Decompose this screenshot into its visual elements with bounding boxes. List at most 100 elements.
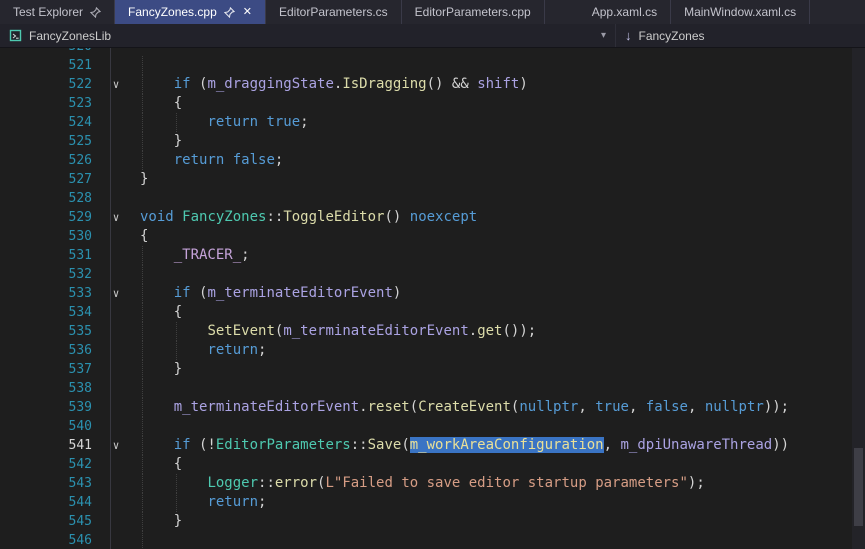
selected-token: m_workAreaConfiguration [410,437,604,453]
code-line: 545 } [0,512,865,531]
code-text[interactable]: _TRACER_; [140,246,865,265]
code-token: IsDragging [342,76,426,92]
code-text[interactable]: return false; [140,151,865,170]
code-text[interactable] [140,56,865,75]
code-text[interactable]: { [140,94,865,113]
indent-guide [142,322,143,341]
code-token: , [629,399,646,415]
code-text[interactable] [140,379,865,398]
indent-guide [142,531,143,549]
code-editor[interactable]: 520521522∨ if (m_draggingState.IsDraggin… [0,48,865,549]
tab-mainwindow-xaml-cs[interactable]: MainWindow.xaml.cs [671,0,810,24]
indent-guide [176,341,177,360]
code-token: , [578,399,595,415]
fold-chevron-icon[interactable]: ∨ [92,284,140,303]
code-text[interactable]: } [140,132,865,151]
fold-chevron-icon[interactable]: ∨ [92,208,140,227]
code-line: 544 return; [0,493,865,512]
code-token [140,342,207,358]
code-text[interactable]: } [140,360,865,379]
indent-guide [142,341,143,360]
code-text[interactable]: Logger::error(L"Failed to save editor st… [140,474,865,493]
code-line: 542 { [0,455,865,474]
code-text[interactable] [140,531,865,549]
code-token: { [140,456,182,472]
code-text[interactable] [140,189,865,208]
code-line: 532 [0,265,865,284]
code-text[interactable] [140,417,865,436]
code-text[interactable]: return; [140,493,865,512]
close-icon[interactable]: ✕ [243,7,252,18]
code-token: ) [519,76,527,92]
tab-test-explorer[interactable]: Test Explorer [0,0,115,24]
line-number: 544 [0,493,92,512]
code-text[interactable] [140,48,865,56]
pin-icon[interactable] [224,7,235,18]
line-number: 539 [0,398,92,417]
fold-gutter [92,531,140,549]
fold-gutter [92,341,140,360]
code-line: 525 } [0,132,865,151]
fold-chevron-icon[interactable]: ∨ [92,436,140,455]
code-token: L"Failed to save editor startup paramete… [325,475,687,491]
fold-gutter [92,227,140,246]
visual-studio-window: Test ExplorerFancyZones.cpp✕EditorParame… [0,0,865,549]
code-line: 541∨ if (!EditorParameters::Save(m_workA… [0,436,865,455]
tab-editorparameters-cs[interactable]: EditorParameters.cs [266,0,402,24]
member-dropdown[interactable]: ↓ FancyZones [616,24,865,47]
code-text[interactable]: if (!EditorParameters::Save(m_workAreaCo… [140,436,865,455]
code-text[interactable]: { [140,455,865,474]
code-token [140,114,207,130]
code-token: } [140,513,182,529]
indent-guide [142,94,143,113]
code-token: } [140,133,182,149]
line-number: 533 [0,284,92,303]
code-token: SetEvent [207,323,274,339]
code-token: reset [368,399,410,415]
project-dropdown[interactable]: FancyZonesLib ▾ [0,24,616,47]
tab-app-xaml-cs[interactable]: App.xaml.cs [579,0,671,24]
indent-guide [142,474,143,493]
code-token: ( [410,399,418,415]
code-token [140,76,174,92]
fold-gutter [92,246,140,265]
code-text[interactable]: void FancyZones::ToggleEditor() noexcept [140,208,865,227]
code-text[interactable]: return; [140,341,865,360]
code-text[interactable] [140,265,865,284]
code-token: ) [393,285,401,301]
code-token: { [140,304,182,320]
code-text[interactable]: } [140,170,865,189]
line-number: 536 [0,341,92,360]
tab-bar: Test ExplorerFancyZones.cpp✕EditorParame… [0,0,865,24]
indent-guide [142,56,143,75]
indent-guide [142,455,143,474]
code-token: () && [427,76,478,92]
code-token: ( [191,76,208,92]
vertical-scrollbar[interactable] [852,48,865,549]
fold-chevron-icon[interactable]: ∨ [92,75,140,94]
code-token [140,247,174,263]
code-line: 543 Logger::error(L"Failed to save edito… [0,474,865,493]
code-text[interactable]: SetEvent(m_terminateEditorEvent.get()); [140,322,865,341]
code-token: { [140,228,148,244]
pin-icon[interactable] [90,7,101,18]
indent-guide [142,512,143,531]
code-text[interactable]: if (m_draggingState.IsDragging() && shif… [140,75,865,94]
code-token: noexcept [410,209,477,225]
code-token: true [266,114,300,130]
code-text[interactable]: return true; [140,113,865,132]
code-text[interactable]: } [140,512,865,531]
code-text[interactable]: { [140,303,865,322]
tab-editorparameters-cpp[interactable]: EditorParameters.cpp [402,0,545,24]
code-text[interactable]: { [140,227,865,246]
code-token: return [207,494,258,510]
code-token: ; [300,114,308,130]
code-text[interactable]: if (m_terminateEditorEvent) [140,284,865,303]
line-number: 543 [0,474,92,493]
code-token: ; [275,152,283,168]
scrollbar-thumb[interactable] [854,448,863,526]
line-number: 535 [0,322,92,341]
code-token: , [604,437,621,453]
tab-fancyzones-cpp[interactable]: FancyZones.cpp✕ [115,0,266,24]
code-text[interactable]: m_terminateEditorEvent.reset(CreateEvent… [140,398,865,417]
